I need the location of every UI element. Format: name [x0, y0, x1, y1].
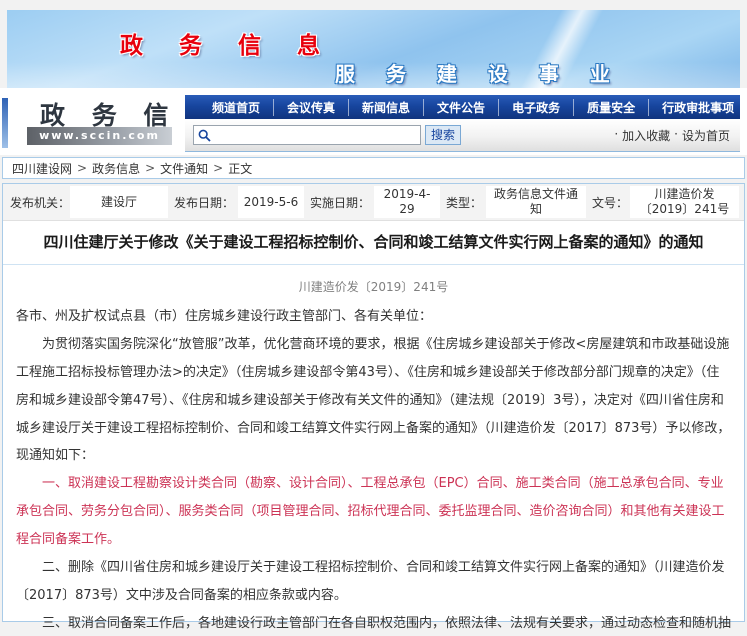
article-container: 发布机关： 建设厅 发布日期： 2019-5-6 实施日期： 2019-4-29…: [2, 183, 745, 622]
nav-item-document-notice[interactable]: 文件公告: [423, 99, 498, 116]
search-button[interactable]: 搜索: [425, 125, 461, 145]
site-url: www.sccin.com: [27, 127, 172, 145]
breadcrumb-current: 正文: [228, 160, 252, 177]
site-header: 政 务 信 息 www.sccin.com 频道首页 会议传真 新闻信息 文件公…: [0, 88, 747, 155]
paragraph-item-3: 三、取消合同备案工作后，各地建设行政主管部门在各自职权范围内，依照法律、法规有关…: [16, 610, 731, 636]
article-meta-row: 发布机关： 建设厅 发布日期： 2019-5-6 实施日期： 2019-4-29…: [3, 184, 744, 221]
article-body: 各市、州及扩权试点县（市）住房城乡建设行政主管部门、各有关单位： 为贯彻落实国务…: [3, 299, 744, 636]
breadcrumb-separator: >: [77, 161, 87, 175]
meta-value-effective-date: 2019-4-29: [374, 186, 440, 218]
nav-item-channel-home[interactable]: 频道首页: [199, 99, 273, 116]
search-strip: 搜索 · 加入收藏 · 设为首页: [185, 119, 740, 152]
meta-label-effective-date: 实施日期：: [306, 194, 372, 211]
search-icon: [198, 129, 211, 142]
bullet-icon: ·: [674, 127, 678, 144]
nav-item-news[interactable]: 新闻信息: [348, 99, 423, 116]
page: 政 务 信 息 服 务 建 设 事 业 政 务 信 息 www.sccin.co…: [0, 0, 747, 636]
nav-item-admin-approval[interactable]: 行政审批事项: [648, 99, 747, 116]
quick-links: · 加入收藏 · 设为首页: [614, 127, 730, 144]
meta-label-doc-number: 文号：: [588, 194, 628, 211]
nav-item-quality-safety[interactable]: 质量安全: [573, 99, 648, 116]
breadcrumb-category[interactable]: 文件通知: [160, 160, 208, 177]
search-box[interactable]: [193, 125, 421, 145]
site-banner: 政 务 信 息 服 务 建 设 事 业: [7, 10, 740, 88]
breadcrumb-site[interactable]: 四川建设网: [12, 160, 72, 177]
meta-label-issuing-agency: 发布机关：: [6, 194, 68, 211]
breadcrumb: 四川建设网 > 政务信息 > 文件通知 > 正文: [2, 157, 745, 179]
banner-slogan-secondary: 服 务 建 设 事 业: [335, 58, 622, 87]
paragraph-salutation: 各市、州及扩权试点县（市）住房城乡建设行政主管部门、各有关单位：: [16, 303, 731, 331]
paragraph-preamble: 为贯彻落实国务院深化“放管服”改革，优化营商环境的要求，根据《住房城乡建设部关于…: [16, 331, 731, 471]
meta-value-publish-date: 2019-5-6: [238, 186, 304, 218]
meta-value-doc-number: 川建造价发〔2019〕241号: [630, 186, 739, 218]
paragraph-item-2: 二、删除《四川省住房和城乡建设厅关于建设工程招标控制价、合同和竣工结算文件实行网…: [16, 554, 731, 610]
search-input[interactable]: [214, 127, 420, 143]
nav-item-e-government[interactable]: 电子政务: [498, 99, 573, 116]
breadcrumb-separator: >: [145, 161, 155, 175]
logo-accent-bar: [2, 98, 8, 148]
nav-item-meeting-fax[interactable]: 会议传真: [273, 99, 348, 116]
paragraph-item-1: 一、取消建设工程勘察设计类合同（勘察、设计合同）、工程总承包（EPC）合同、施工…: [16, 470, 731, 554]
meta-value-type: 政务信息文件通知: [486, 186, 586, 218]
main-nav: 频道首页 会议传真 新闻信息 文件公告 电子政务 质量安全 行政审批事项: [185, 95, 740, 119]
add-favorite-link[interactable]: 加入收藏: [622, 127, 670, 144]
breadcrumb-section[interactable]: 政务信息: [92, 160, 140, 177]
meta-value-issuing-agency: 建设厅: [70, 186, 168, 218]
bullet-icon: ·: [614, 127, 618, 144]
article-doc-number: 川建造价发〔2019〕241号: [3, 265, 744, 299]
banner-slogan-primary: 政 务 信 息: [120, 26, 334, 60]
set-homepage-link[interactable]: 设为首页: [682, 127, 730, 144]
meta-label-publish-date: 发布日期：: [170, 194, 236, 211]
article-title: 四川住建厅关于修改《关于建设工程招标控制价、合同和竣工结算文件实行网上备案的通知…: [3, 221, 744, 265]
meta-label-type: 类型：: [442, 194, 484, 211]
breadcrumb-separator: >: [213, 161, 223, 175]
